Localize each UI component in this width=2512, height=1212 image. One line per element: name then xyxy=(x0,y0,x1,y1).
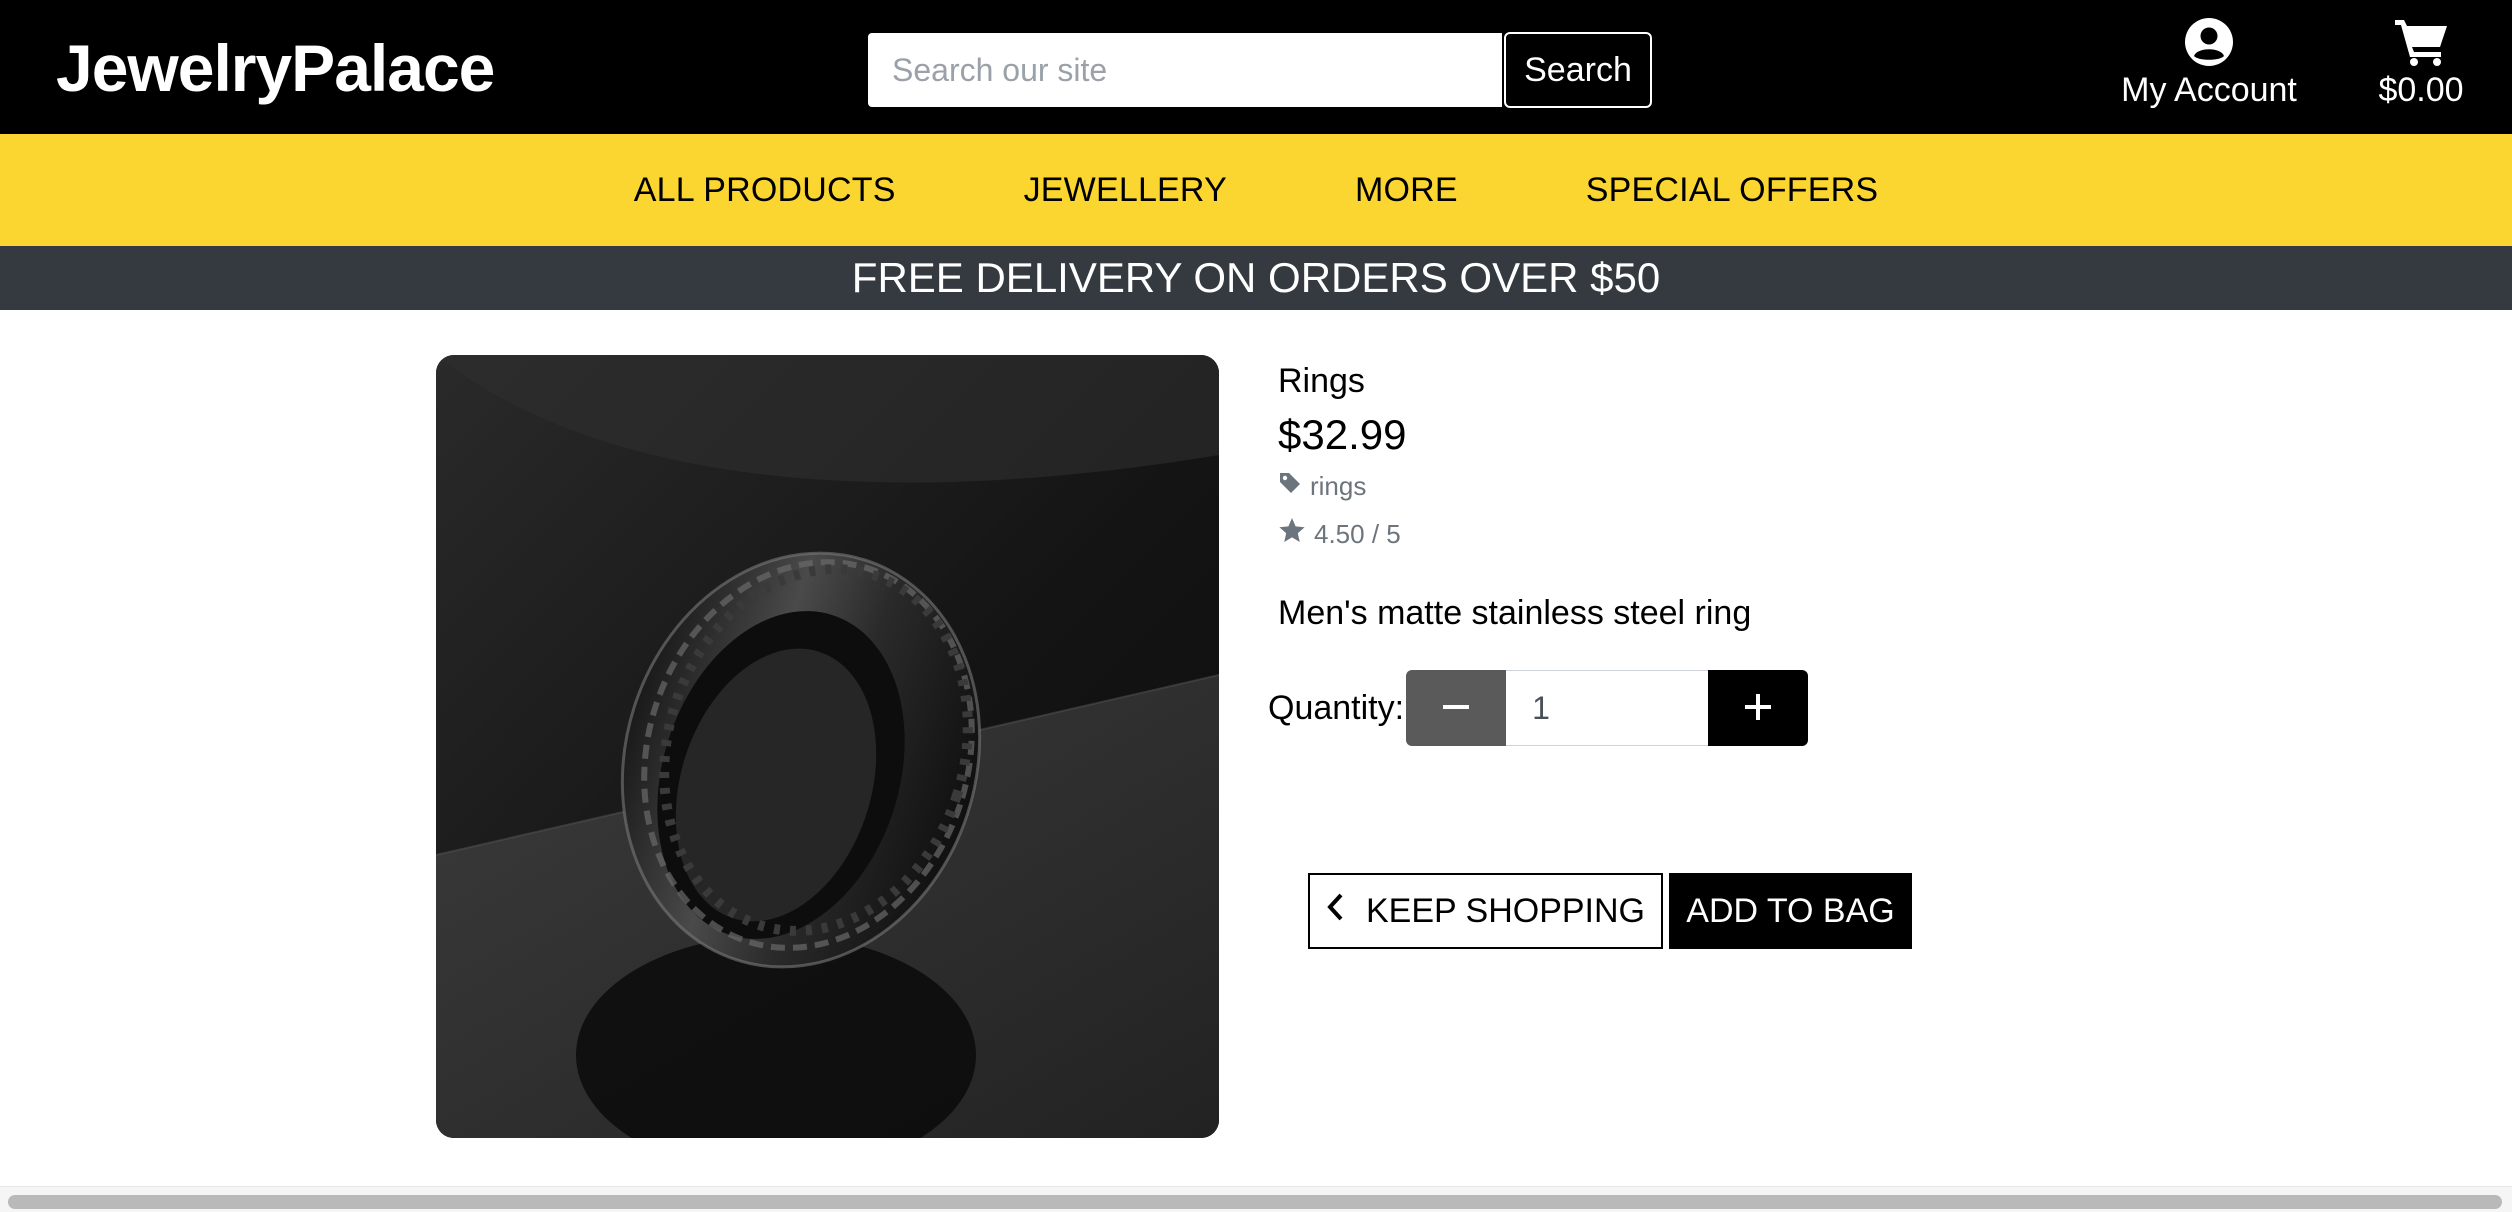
search-form: Search xyxy=(868,32,1652,108)
ring-photo-icon xyxy=(436,355,1219,1138)
product-name: Rings xyxy=(1278,362,1365,400)
keep-shopping-button[interactable]: KEEP SHOPPING xyxy=(1308,873,1663,949)
search-input[interactable] xyxy=(868,33,1502,107)
star-icon xyxy=(1278,517,1314,551)
product-image xyxy=(436,355,1219,1138)
increment-quantity-button[interactable] xyxy=(1708,670,1809,746)
plus-icon xyxy=(1744,693,1772,724)
main-navigation: ALL PRODUCTS JEWELLERY MORE SPECIAL OFFE… xyxy=(0,134,2512,246)
shopping-cart-icon xyxy=(2376,16,2466,66)
scrollbar-thumb[interactable] xyxy=(8,1195,2502,1209)
keep-shopping-label: KEEP SHOPPING xyxy=(1365,891,1646,930)
product-category-link[interactable]: rings xyxy=(1278,471,1366,502)
horizontal-scrollbar[interactable] xyxy=(0,1186,2512,1212)
chevron-left-icon xyxy=(1326,892,1366,931)
site-header: JewelryPalace Search My Account $0.00 xyxy=(0,0,2512,134)
product-actions: KEEP SHOPPING ADD TO BAG xyxy=(1308,873,1912,949)
rating-value: 4.50 / 5 xyxy=(1314,518,1401,549)
minus-icon xyxy=(1442,693,1470,724)
my-account-link[interactable]: My Account xyxy=(2118,18,2300,110)
product-rating: 4.50 / 5 xyxy=(1278,517,1401,551)
nav-more[interactable]: MORE xyxy=(1355,171,1458,210)
tag-icon xyxy=(1278,471,1310,502)
search-button[interactable]: Search xyxy=(1504,32,1652,108)
site-logo[interactable]: JewelryPalace xyxy=(56,28,495,108)
nav-special-offers[interactable]: SPECIAL OFFERS xyxy=(1586,171,1879,210)
nav-jewellery[interactable]: JEWELLERY xyxy=(1024,171,1227,210)
my-account-label: My Account xyxy=(2121,71,2297,109)
free-delivery-banner: FREE DELIVERY ON ORDERS OVER $50 xyxy=(0,246,2512,310)
add-to-bag-button[interactable]: ADD TO BAG xyxy=(1669,873,1912,949)
product-description: Men's matte stainless steel ring xyxy=(1278,594,1752,632)
quantity-input[interactable] xyxy=(1506,670,1709,746)
product-category-label: rings xyxy=(1310,471,1367,501)
shopping-cart-link[interactable]: $0.00 xyxy=(2376,16,2466,110)
nav-all-products[interactable]: ALL PRODUCTS xyxy=(634,171,896,210)
user-circle-icon xyxy=(2118,18,2300,66)
decrement-quantity-button[interactable] xyxy=(1406,670,1507,746)
quantity-label: Quantity: xyxy=(1268,688,1405,727)
product-price: $32.99 xyxy=(1278,411,1407,458)
cart-total: $0.00 xyxy=(2378,71,2464,109)
quantity-selector: Quantity: xyxy=(1268,670,1809,746)
